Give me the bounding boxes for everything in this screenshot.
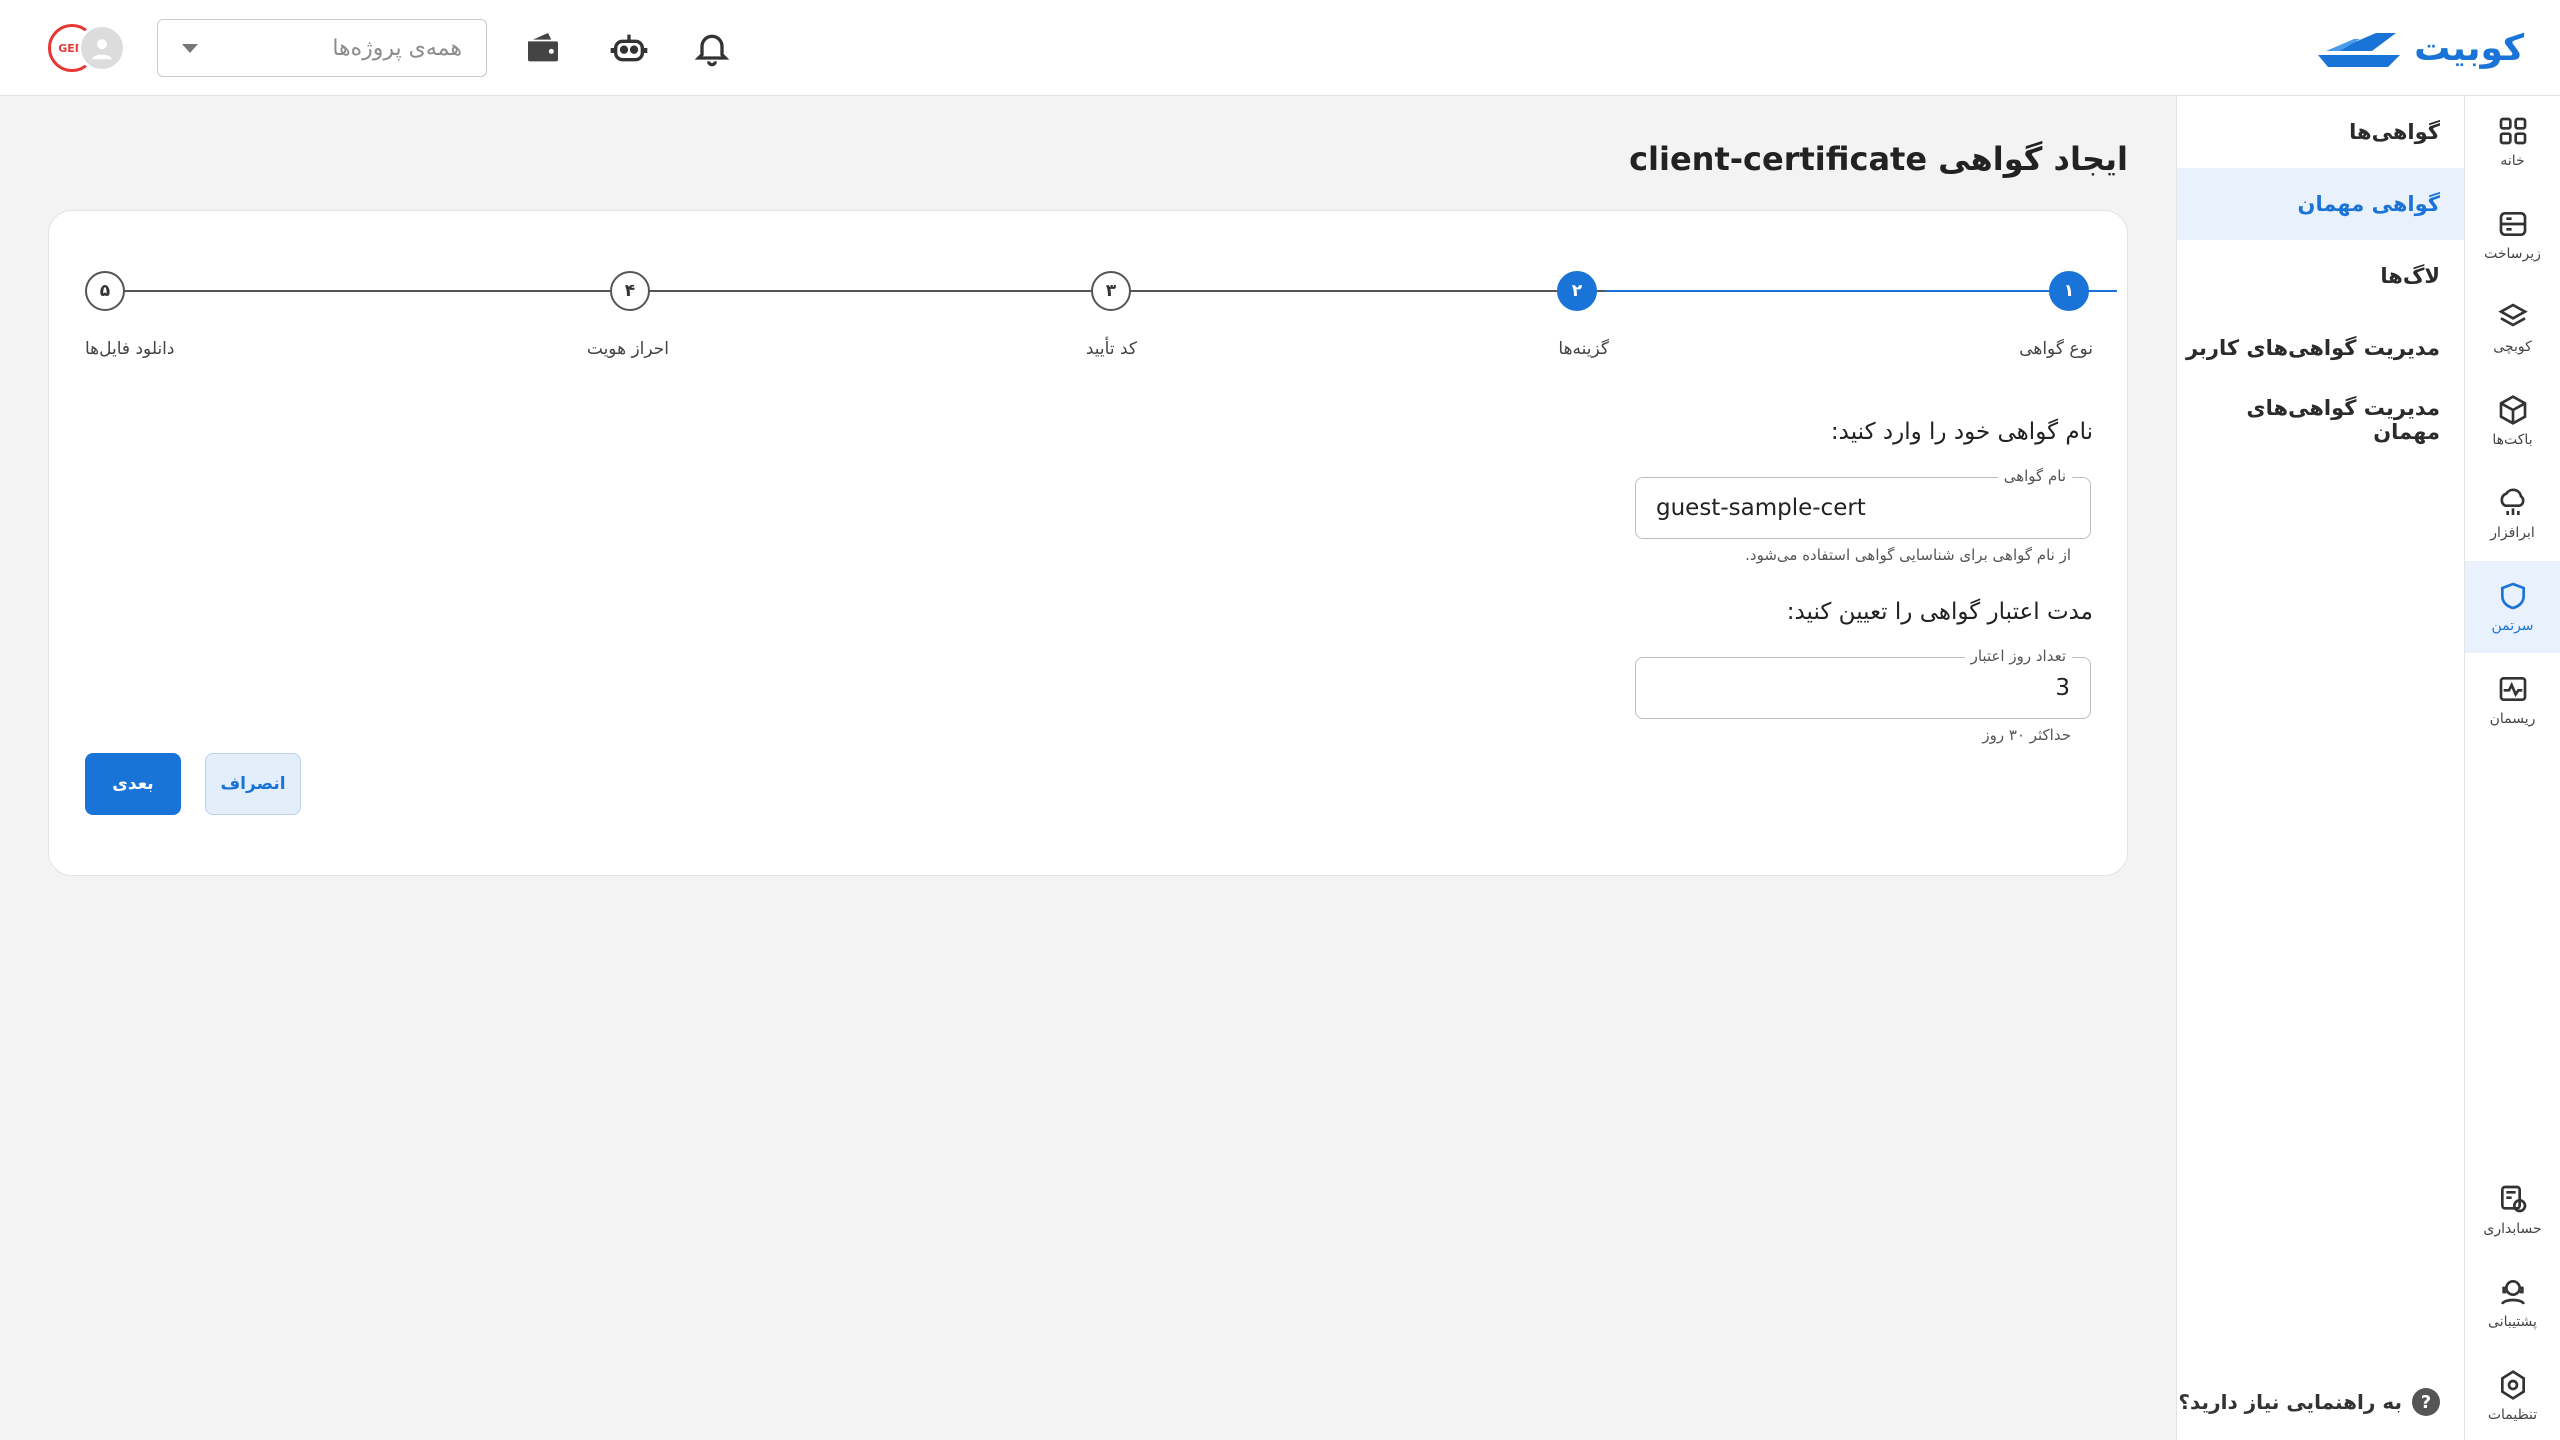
brand-logo[interactable]: کوبیت (2314, 22, 2524, 74)
rail-item-label: ابرافزار (2490, 525, 2535, 541)
step-4-label: احراز هویت (586, 339, 669, 359)
rail-item-label: باکت‌ها (2492, 432, 2533, 448)
validity-days-value[interactable]: 3 (2055, 658, 2070, 718)
settings-icon (2500, 1370, 2525, 1400)
chevron-down-icon (182, 43, 198, 53)
top-bar: کوبیت همه‌ی پروژه‌ها GEM (0, 0, 2560, 96)
cube-icon (2499, 395, 2526, 425)
step-2-label: گزینه‌ها (1558, 339, 1609, 359)
step-4-indicator: ۴ (610, 271, 650, 311)
cloud-app-icon (2500, 488, 2525, 515)
wizard-card: ۱ ۲ ۳ ۴ ۵ نوع گواهی گزینه‌ها کد تأیید اح… (48, 210, 2128, 876)
wallet-icon[interactable] (521, 26, 565, 70)
step-1-label: نوع گواهی (2019, 339, 2093, 359)
rail-item-support[interactable]: پشتیبانی (2465, 1257, 2560, 1349)
validity-heading: مدت اعتبار گواهی را تعیین کنید: (1786, 599, 2093, 625)
step-1-indicator: ۱ (2049, 271, 2089, 311)
rail-item-kubechi[interactable]: کوبچی (2465, 282, 2560, 374)
rail-item-cloud-apps[interactable]: ابرافزار (2465, 468, 2560, 560)
rail-item-rismaan[interactable]: ریسمان (2465, 654, 2560, 746)
rail-item-label: ریسمان (2489, 711, 2536, 727)
certificate-name-helper: از نام گواهی برای شناسایی گواهی استفاده … (1745, 546, 2071, 564)
next-button[interactable]: بعدی (85, 753, 181, 815)
rail-item-home[interactable]: خانه (2465, 96, 2560, 188)
rail-item-settings[interactable]: تنظیمات (2465, 1350, 2560, 1440)
validity-days-field[interactable]: تعداد روز اعتبار 3 (1635, 647, 2091, 719)
subnav-item-guest-cert-management[interactable]: مدیریت گواهی‌های مهمان (2177, 384, 2464, 456)
rail-item-label: کوبچی (2493, 339, 2532, 355)
server-icon (2499, 212, 2526, 236)
certificate-name-field[interactable]: نام گواهی guest-sample-cert (1635, 467, 2091, 539)
stepper-line-pending (85, 290, 1605, 292)
rail-item-label: پشتیبانی (2488, 1314, 2537, 1330)
step-2-indicator: ۲ (1557, 271, 1597, 311)
question-icon: ? (2412, 1388, 2440, 1416)
grid-icon (2499, 117, 2526, 145)
layers-icon (2497, 303, 2528, 327)
notification-bell-icon[interactable] (690, 26, 734, 70)
rail-item-buckets[interactable]: باکت‌ها (2465, 375, 2560, 467)
step-3-indicator: ۳ (1091, 271, 1131, 311)
step-3-label: کد تأیید (1085, 339, 1137, 359)
user-icon (92, 39, 112, 60)
account-menu[interactable]: GEM (48, 24, 126, 72)
user-avatar[interactable] (78, 24, 126, 72)
subnav-item-logs[interactable]: لاگ‌ها (2177, 240, 2464, 312)
project-select[interactable]: همه‌ی پروژه‌ها (157, 19, 487, 77)
certificate-name-legend: نام گواهی (1997, 467, 2072, 485)
subnav-item-guest-certificate[interactable]: گواهی مهمان (2177, 168, 2464, 240)
stepper-line-complete (1605, 290, 2117, 292)
rail-item-label: تنظیمات (2487, 1407, 2538, 1423)
rail-item-label: زیرساخت (2484, 246, 2541, 262)
icon-rail: خانه زیرساخت کوبچی باکت‌ها ابرافزار سرتم… (2464, 96, 2560, 1440)
subnav-item-user-cert-management[interactable]: مدیریت گواهی‌های کاربر (2177, 312, 2464, 384)
section-sidebar: گواهی‌ها گواهی مهمان لاگ‌ها مدیریت گواهی… (2176, 96, 2464, 1440)
help-link[interactable]: ? به راهنمایی نیاز دارید؟ (2178, 1388, 2440, 1416)
support-icon (2500, 1280, 2525, 1305)
accounting-icon (2500, 1185, 2526, 1213)
ship-logo-icon (2318, 33, 2401, 67)
cancel-button[interactable]: انصراف (205, 753, 301, 815)
rail-item-certman[interactable]: سرتمن (2465, 561, 2560, 653)
certificate-name-value[interactable]: guest-sample-cert (1656, 478, 1866, 538)
brand-name: کوبیت (2414, 27, 2524, 69)
page-title: ایجاد گواهی client-certificate (1629, 140, 2128, 178)
rail-item-infrastructure[interactable]: زیرساخت (2465, 189, 2560, 281)
certificate-name-heading: نام گواهی خود را وارد کنید: (1830, 419, 2093, 445)
rail-item-label: حسابداری (2483, 1221, 2542, 1237)
project-select-placeholder: همه‌ی پروژه‌ها (332, 35, 462, 61)
help-text: به راهنمایی نیاز دارید؟ (2178, 1390, 2402, 1414)
rail-item-label: خانه (2500, 153, 2525, 169)
step-5-label: دانلود فایل‌ها (85, 339, 175, 359)
subnav-item-certificates[interactable]: گواهی‌ها (2177, 96, 2464, 168)
rail-item-accounting[interactable]: حسابداری (2465, 1164, 2560, 1256)
pulse-icon (2499, 677, 2526, 701)
robot-icon[interactable] (607, 26, 651, 70)
validity-days-helper: حداکثر ۳۰ روز (1982, 726, 2071, 744)
rail-item-label: سرتمن (2491, 618, 2534, 634)
step-5-indicator: ۵ (85, 271, 125, 311)
shield-icon (2500, 582, 2525, 610)
